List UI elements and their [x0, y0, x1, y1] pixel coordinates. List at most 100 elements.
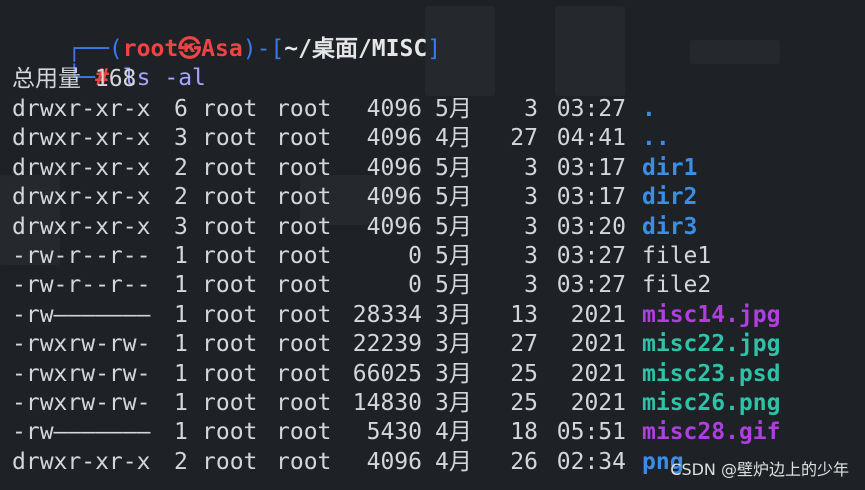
row-time: 04:41 — [556, 125, 626, 152]
listing-row: -rw-r--r-- 1 root root 0 5月 3 03:27 file1 — [12, 242, 862, 271]
row-group: root — [276, 419, 332, 446]
row-month: 5月 — [435, 243, 472, 269]
row-owner: root — [202, 272, 258, 299]
row-perm: -rw——————— — [12, 301, 151, 328]
row-links: 1 — [174, 360, 188, 387]
row-day: 3 — [524, 243, 538, 269]
file-name: misc22.jpg — [642, 331, 781, 358]
file-name: file2 — [642, 272, 712, 299]
row-group: root — [276, 272, 332, 299]
row-perm: -rwxrw-rw- — [12, 331, 151, 358]
row-month: 5月 — [435, 272, 472, 299]
file-name: dir1 — [642, 154, 698, 181]
listing-row: drwxr-xr-x 2 root root 4096 5月 3 03:17 dir1 — [12, 154, 862, 183]
row-group: root — [276, 331, 332, 358]
row-links: 1 — [174, 301, 188, 328]
row-day: 26 — [510, 448, 538, 475]
row-time: 2021 — [570, 301, 626, 328]
row-owner: root — [202, 96, 258, 122]
row-owner: root — [202, 125, 258, 152]
terminal-window[interactable]: ┌──(root㉿Asa)-[~/桌面/MISC] └─# ls -al 总用量… — [0, 0, 865, 490]
row-perm: drwxr-xr-x — [12, 125, 151, 152]
prompt-path: ~/桌面/MISC — [284, 36, 428, 62]
row-links: 1 — [174, 331, 188, 358]
file-name: dir3 — [642, 213, 698, 240]
row-owner: root — [202, 448, 258, 475]
row-day: 3 — [524, 213, 538, 240]
row-time: 03:27 — [556, 243, 626, 269]
file-name: dir2 — [642, 184, 698, 211]
row-day: 13 — [510, 301, 538, 328]
row-time: 03:17 — [556, 184, 626, 211]
row-month: 4月 — [435, 448, 472, 475]
row-size: 28334 — [352, 301, 422, 328]
row-day: 3 — [524, 96, 538, 122]
listing-row: -rw——————— 1 root root 5430 4月 18 05:51 misc28.g… — [12, 418, 862, 447]
row-day: 27 — [510, 331, 538, 358]
row-month: 4月 — [435, 419, 472, 446]
row-size: 66025 — [352, 360, 422, 387]
watermark: CSDN @壁炉边上的少年 — [670, 460, 849, 479]
row-size: 4096 — [366, 125, 422, 152]
row-links: 1 — [174, 390, 188, 416]
row-group: root — [276, 390, 332, 416]
row-month: 5月 — [435, 154, 472, 181]
row-size: 14830 — [352, 390, 422, 416]
row-month: 5月 — [435, 184, 472, 211]
row-day: 3 — [524, 184, 538, 211]
file-name: misc23.psd — [642, 360, 781, 387]
row-month: 3月 — [435, 390, 472, 416]
row-links: 2 — [174, 184, 188, 211]
row-month: 5月 — [435, 213, 472, 240]
file-name: file1 — [642, 243, 712, 269]
row-perm: drwxr-xr-x — [12, 184, 151, 211]
row-perm: drwxr-xr-x — [12, 154, 151, 181]
row-perm: -rw-r--r-- — [12, 272, 151, 299]
command-line[interactable]: └─# ls -al — [12, 35, 206, 91]
file-name: misc14.jpg — [642, 301, 781, 328]
row-time: 03:27 — [556, 272, 626, 299]
row-group: root — [276, 125, 332, 152]
row-owner: root — [202, 243, 258, 269]
row-size: 4096 — [366, 154, 422, 181]
row-size: 4096 — [366, 96, 422, 122]
row-perm: -rwxrw-rw- — [12, 360, 151, 387]
row-time: 2021 — [570, 360, 626, 387]
prompt-frame: )-[ — [242, 36, 285, 62]
row-links: 2 — [174, 154, 188, 181]
row-links: 6 — [174, 96, 188, 122]
row-links: 1 — [174, 243, 188, 269]
row-owner: root — [202, 213, 258, 240]
row-group: root — [276, 96, 332, 122]
listing-row: -rwxrw-rw- 1 root root 14830 3月 25 2021 misc26.p… — [12, 389, 862, 418]
row-time: 2021 — [570, 390, 626, 416]
row-links: 3 — [174, 213, 188, 240]
file-name: misc26.png — [642, 390, 781, 416]
row-day: 3 — [524, 272, 538, 299]
row-size: 5430 — [366, 419, 422, 446]
row-time: 2021 — [570, 331, 626, 358]
row-group: root — [276, 184, 332, 211]
row-perm: -rw——————— — [12, 419, 151, 446]
row-size: 0 — [408, 243, 422, 269]
row-day: 27 — [510, 125, 538, 152]
total-line: 总用量 168 — [12, 66, 137, 92]
row-owner: root — [202, 390, 258, 416]
row-perm: -rw-r--r-- — [12, 243, 151, 269]
row-month: 5月 — [435, 96, 472, 122]
row-day: 18 — [510, 419, 538, 446]
row-owner: root — [202, 331, 258, 358]
row-size: 22239 — [352, 331, 422, 358]
row-links: 1 — [174, 272, 188, 299]
row-group: root — [276, 301, 332, 328]
row-time: 05:51 — [556, 419, 626, 446]
row-perm: -rwxrw-rw- — [12, 390, 151, 416]
row-links: 1 — [174, 419, 188, 446]
row-month: 4月 — [435, 125, 472, 152]
row-time: 03:17 — [556, 154, 626, 181]
row-day: 25 — [510, 360, 538, 387]
row-group: root — [276, 243, 332, 269]
row-day: 3 — [524, 154, 538, 181]
listing-row: -rw——————— 1 root root 28334 3月 13 2021 misc14.j… — [12, 301, 862, 330]
row-links: 2 — [174, 448, 188, 475]
